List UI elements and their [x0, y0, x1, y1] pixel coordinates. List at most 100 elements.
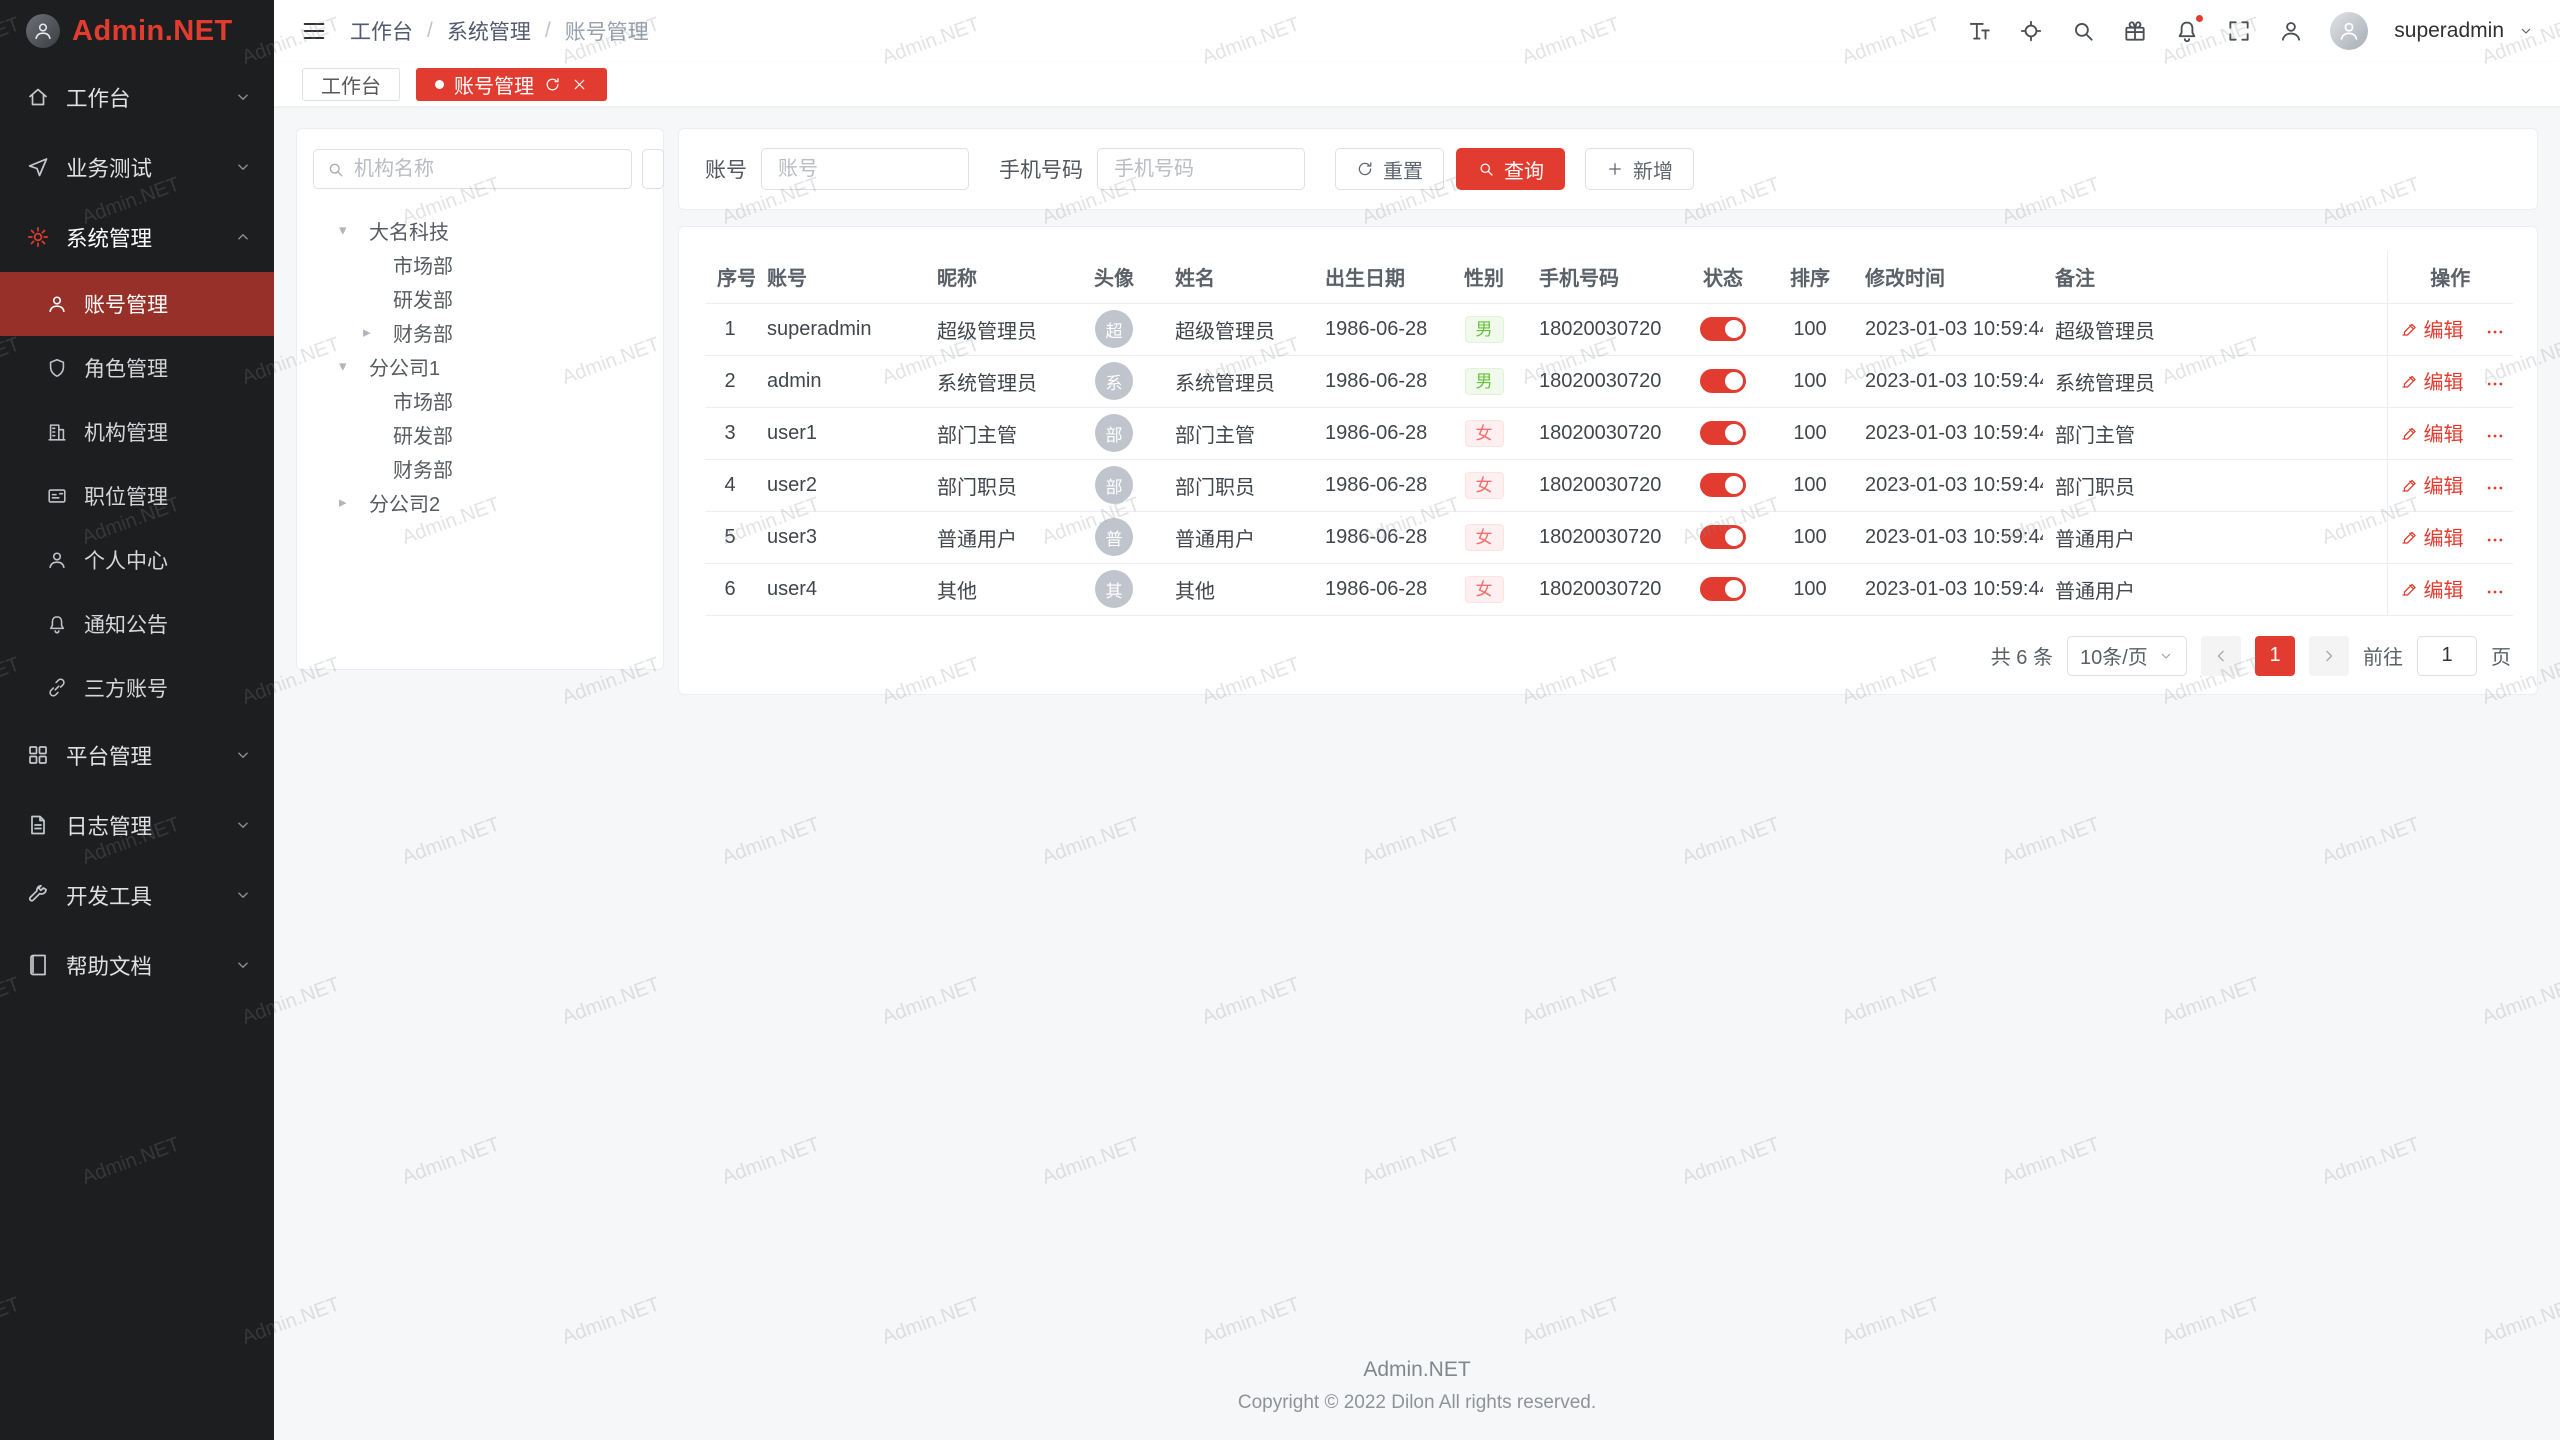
account-input[interactable] [761, 148, 969, 190]
cell-actions: 编辑 [2387, 511, 2513, 563]
tree-node[interactable]: ▸ 分公司2 [313, 485, 647, 519]
page-size-select[interactable]: 10条/页 [2067, 636, 2187, 676]
add-button[interactable]: 新增 [1585, 148, 1694, 190]
pagination: 共 6 条 10条/页 1 前往 页 [705, 636, 2511, 676]
locate-icon[interactable] [2018, 18, 2044, 44]
breadcrumb-item[interactable]: 系统管理 [447, 16, 531, 46]
tree-node[interactable]: ▾ 分公司1 [313, 349, 647, 383]
cell-actions: 编辑 [2387, 355, 2513, 407]
sidebar-item-dev-tools[interactable]: 开发工具 [0, 860, 274, 930]
sidebar-item-label: 日志管理 [66, 810, 152, 841]
search-button[interactable]: 查询 [1456, 148, 1565, 190]
cell-phone: 18020030720 [1527, 407, 1679, 459]
tree-node[interactable]: ▾ 大名科技 [313, 213, 647, 247]
user-avatar[interactable] [2330, 12, 2368, 50]
hamburger-icon[interactable] [300, 17, 328, 45]
notification-bell-icon[interactable] [2174, 18, 2200, 44]
fullscreen-icon[interactable] [2226, 18, 2252, 44]
sidebar-item-log-mgmt[interactable]: 日志管理 [0, 790, 274, 860]
status-toggle[interactable] [1700, 577, 1746, 601]
username[interactable]: superadmin [2394, 19, 2504, 43]
status-toggle[interactable] [1700, 421, 1746, 445]
sidebar-item-help-docs[interactable]: 帮助文档 [0, 930, 274, 1000]
search-icon[interactable] [2070, 18, 2096, 44]
sidebar-item-personal-center[interactable]: 个人中心 [0, 528, 274, 592]
sidebar-item-label: 角色管理 [84, 353, 168, 383]
row-more-button[interactable] [2485, 374, 2505, 394]
sidebar-item-notice[interactable]: 通知公告 [0, 592, 274, 656]
sidebar-item-business-test[interactable]: 业务测试 [0, 132, 274, 202]
tree-caret-right-icon[interactable]: ▸ [339, 493, 369, 511]
breadcrumb-item[interactable]: 账号管理 [565, 16, 649, 46]
status-toggle[interactable] [1700, 473, 1746, 497]
gender-tag: 男 [1465, 316, 1504, 343]
cell-birth: 1986-06-28 [1313, 459, 1441, 511]
breadcrumb-item[interactable]: 工作台 [350, 16, 413, 46]
cell-remark: 部门职员 [2043, 459, 2387, 511]
edit-button[interactable]: 编辑 [2400, 470, 2464, 499]
org-tree-header [313, 149, 647, 189]
phone-label: 手机号码 [999, 154, 1083, 184]
edit-button[interactable]: 编辑 [2400, 418, 2464, 447]
sidebar-item-system-mgmt[interactable]: 系统管理 [0, 202, 274, 272]
column-header-index: 序号 [705, 251, 755, 303]
edit-button[interactable]: 编辑 [2400, 366, 2464, 395]
goto-page-input[interactable] [2417, 636, 2477, 676]
row-more-button[interactable] [2485, 426, 2505, 446]
tree-node[interactable]: ▸ 财务部 [313, 315, 647, 349]
sidebar-item-platform-mgmt[interactable]: 平台管理 [0, 720, 274, 790]
tree-caret-down-icon[interactable]: ▾ [339, 221, 369, 239]
sidebar-item-third-account[interactable]: 三方账号 [0, 656, 274, 720]
tree-node[interactable]: 研发部 [313, 281, 647, 315]
toggle-knob [1725, 528, 1743, 546]
column-header-account: 账号 [755, 251, 925, 303]
cell-time: 2023-01-03 10:59:44 [1853, 407, 2043, 459]
column-header-phone: 手机号码 [1527, 251, 1679, 303]
close-icon[interactable] [571, 76, 588, 93]
active-tab-dot [435, 80, 444, 89]
sidebar-item-account-mgmt[interactable]: 账号管理 [0, 272, 274, 336]
phone-input[interactable] [1097, 148, 1305, 190]
sidebar-item-workbench[interactable]: 工作台 [0, 62, 274, 132]
prev-page-button[interactable] [2201, 636, 2241, 676]
refresh-icon[interactable] [544, 76, 561, 93]
edit-button[interactable]: 编辑 [2400, 574, 2464, 603]
row-more-button[interactable] [2485, 582, 2505, 602]
tree-node[interactable]: 市场部 [313, 247, 647, 281]
cell-birth: 1986-06-28 [1313, 511, 1441, 563]
cell-gender: 男 [1441, 355, 1527, 407]
edit-button[interactable]: 编辑 [2400, 314, 2464, 343]
tree-node[interactable]: 财务部 [313, 451, 647, 485]
font-size-icon[interactable] [1966, 18, 1992, 44]
sidebar-item-label: 个人中心 [84, 545, 168, 575]
sidebar-item-position-mgmt[interactable]: 职位管理 [0, 464, 274, 528]
reset-button[interactable]: 重置 [1335, 148, 1444, 190]
tab-workbench[interactable]: 工作台 [302, 68, 400, 101]
tree-node-label: 大名科技 [369, 216, 449, 245]
sidebar-item-role-mgmt[interactable]: 角色管理 [0, 336, 274, 400]
status-toggle[interactable] [1700, 369, 1746, 393]
tree-node[interactable]: 市场部 [313, 383, 647, 417]
tree-caret-down-icon[interactable]: ▾ [339, 357, 369, 375]
profile-icon[interactable] [2278, 18, 2304, 44]
tree-more-button[interactable] [642, 149, 664, 189]
cell-actions: 编辑 [2387, 303, 2513, 355]
gift-icon[interactable] [2122, 18, 2148, 44]
status-toggle[interactable] [1700, 525, 1746, 549]
next-page-button[interactable] [2309, 636, 2349, 676]
cell-order: 100 [1767, 511, 1853, 563]
row-more-button[interactable] [2485, 478, 2505, 498]
search-icon [326, 160, 345, 179]
edit-button[interactable]: 编辑 [2400, 522, 2464, 551]
status-toggle[interactable] [1700, 317, 1746, 341]
row-more-button[interactable] [2485, 530, 2505, 550]
page-1-button[interactable]: 1 [2255, 636, 2295, 676]
chevron-down-icon [234, 88, 252, 106]
sidebar-item-org-mgmt[interactable]: 机构管理 [0, 400, 274, 464]
cell-time: 2023-01-03 10:59:44 [1853, 563, 2043, 615]
row-more-button[interactable] [2485, 322, 2505, 342]
tree-caret-right-icon[interactable]: ▸ [363, 323, 393, 341]
tree-node[interactable]: 研发部 [313, 417, 647, 451]
tab-account-mgmt[interactable]: 账号管理 [416, 68, 607, 101]
org-search-input[interactable] [354, 158, 619, 181]
